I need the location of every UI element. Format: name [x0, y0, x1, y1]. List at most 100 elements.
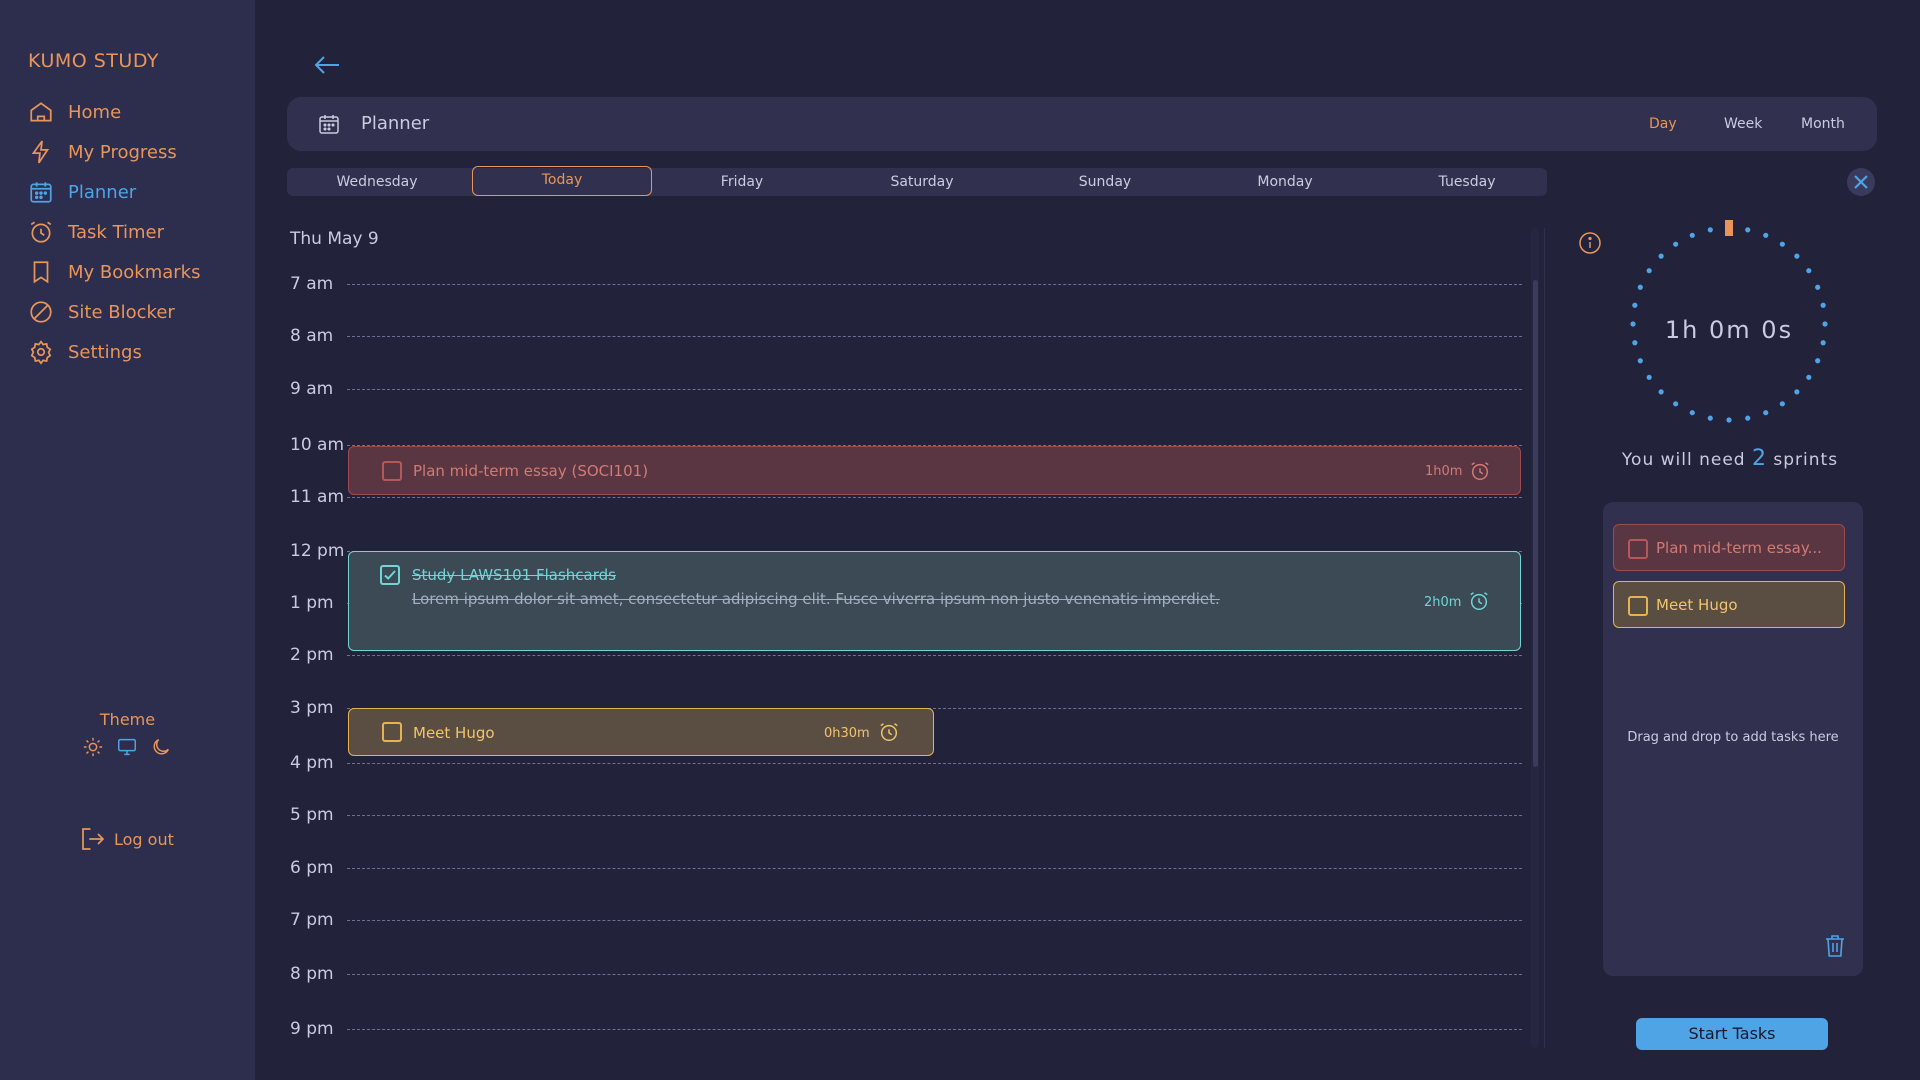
monitor-icon[interactable] — [116, 736, 138, 758]
timer-ring-dot — [1689, 232, 1695, 238]
hour-label: 1 pm — [290, 593, 334, 613]
day-tab-saturday[interactable]: Saturday — [832, 168, 1012, 196]
timer-ring-dot — [1707, 227, 1713, 233]
hour-label: 2 pm — [290, 645, 334, 665]
sidebar-item-site-blocker[interactable]: Site Blocker — [28, 292, 200, 332]
info-icon[interactable] — [1578, 231, 1602, 255]
day-tab-friday[interactable]: Friday — [652, 168, 832, 196]
timer-ring-dot — [1815, 358, 1821, 364]
sun-icon[interactable] — [82, 736, 104, 758]
sidebar-item-my-bookmarks[interactable]: My Bookmarks — [28, 252, 200, 292]
day-tab-sunday[interactable]: Sunday — [1015, 168, 1195, 196]
day-tab-tuesday[interactable]: Tuesday — [1377, 168, 1557, 196]
hour-gridline — [347, 389, 1522, 390]
theme-label: Theme — [99, 710, 156, 729]
sidebar-item-task-timer[interactable]: Task Timer — [28, 212, 200, 252]
hour-label: 5 pm — [290, 805, 334, 825]
tab-day[interactable]: Day — [1649, 116, 1677, 132]
tab-week[interactable]: Week — [1724, 116, 1762, 132]
sidebar-item-planner[interactable]: Planner — [28, 172, 200, 212]
event-meet-hugo[interactable]: Meet Hugo 0h30m — [348, 708, 934, 756]
hour-label: 12 pm — [290, 541, 345, 561]
queued-task[interactable]: Meet Hugo — [1613, 581, 1845, 628]
hour-row: 7 pm — [290, 910, 1522, 930]
alarm-clock-icon[interactable] — [1469, 460, 1491, 482]
timer-ring-dot — [1637, 284, 1643, 290]
sprints-summary: You will need 2 sprints — [1590, 446, 1870, 471]
day-tab-monday[interactable]: Monday — [1195, 168, 1375, 196]
moon-icon[interactable] — [150, 736, 172, 758]
hour-gridline — [347, 336, 1522, 337]
sidebar-item-label: Site Blocker — [68, 301, 175, 323]
timer-progress-marker — [1725, 220, 1733, 236]
page-title: Planner — [361, 113, 430, 134]
task-checkbox[interactable] — [1628, 539, 1648, 559]
hour-gridline — [347, 497, 1522, 498]
hour-row: 4 pm — [290, 753, 1522, 773]
sidebar-item-settings[interactable]: Settings — [28, 332, 200, 372]
timer-ring-dot — [1745, 415, 1751, 421]
hour-gridline — [347, 763, 1522, 764]
calendar-icon — [317, 112, 341, 136]
timer-ring-dot — [1763, 410, 1769, 416]
alarm-clock-icon[interactable] — [878, 721, 900, 743]
hour-row: 11 am — [290, 487, 1522, 507]
sidebar-item-home[interactable]: Home — [28, 92, 200, 132]
day-tab-wednesday[interactable]: Wednesday — [287, 168, 467, 196]
drop-hint: Drag and drop to add tasks here — [1627, 730, 1839, 745]
logout-icon — [78, 824, 108, 854]
timer-ring-dot — [1806, 268, 1812, 274]
sidebar-item-label: Planner — [68, 181, 137, 203]
hour-gridline — [347, 1029, 1522, 1030]
sidebar-item-label: My Progress — [68, 141, 177, 163]
hour-label: 7 pm — [290, 910, 334, 930]
calendar-icon — [28, 179, 54, 205]
timer-ring-dot — [1745, 227, 1751, 233]
bookmark-icon — [28, 259, 54, 285]
event-checkbox[interactable] — [382, 722, 402, 742]
home-icon — [28, 99, 54, 125]
hour-gridline — [347, 815, 1522, 816]
day-tab-today[interactable]: Today — [472, 166, 652, 196]
event-title: Plan mid-term essay (SOCI101) — [413, 462, 649, 480]
tab-month[interactable]: Month — [1801, 116, 1845, 132]
task-queue-panel[interactable]: Plan mid-term essay... Meet Hugo Drag an… — [1603, 502, 1863, 976]
queued-task[interactable]: Plan mid-term essay... — [1613, 524, 1845, 571]
timer-ring-dot — [1673, 401, 1679, 407]
alarm-clock-icon — [28, 219, 54, 245]
trash-icon[interactable] — [1824, 934, 1846, 958]
hour-row: 7 am — [290, 274, 1522, 294]
event-plan-mid-term-essay[interactable]: Plan mid-term essay (SOCI101) 1h0m — [348, 446, 1521, 495]
day-selector: Wednesday Today Friday Saturday Sunday M… — [287, 166, 1547, 196]
hour-row: 2 pm — [290, 645, 1522, 665]
hour-label: 9 pm — [290, 1019, 334, 1039]
theme-switcher — [82, 736, 172, 758]
back-arrow-icon[interactable] — [312, 52, 342, 78]
event-duration: 1h0m — [1425, 464, 1463, 479]
timer-ring-dot — [1779, 241, 1785, 247]
task-checkbox[interactable] — [1628, 596, 1648, 616]
close-timer-panel-button[interactable] — [1847, 168, 1875, 196]
schedule-scrollbar-thumb[interactable] — [1533, 280, 1538, 767]
hour-row: 9 pm — [290, 1019, 1522, 1039]
timer-ring-dot — [1658, 253, 1664, 259]
start-tasks-button[interactable]: Start Tasks — [1636, 1018, 1828, 1050]
event-duration: 2h0m — [1424, 595, 1462, 610]
hour-label: 9 am — [290, 379, 334, 399]
event-title: Study LAWS101 Flashcards — [412, 566, 616, 584]
task-label: Plan mid-term essay... — [1656, 539, 1822, 557]
event-study-laws101-flashcards[interactable]: Study LAWS101 Flashcards Lorem ipsum dol… — [348, 551, 1521, 651]
timer-ring-dot — [1673, 241, 1679, 247]
sidebar-item-label: Settings — [68, 341, 142, 363]
hour-label: 10 am — [290, 435, 345, 455]
sidebar-item-label: Task Timer — [68, 221, 165, 243]
event-checkbox[interactable] — [382, 461, 402, 481]
hour-label: 6 pm — [290, 858, 334, 878]
logout-button[interactable]: Log out — [78, 824, 174, 854]
brand-logo: KUMO STUDY — [28, 50, 160, 72]
timer-ring-dot — [1637, 358, 1643, 364]
sidebar-item-my-progress[interactable]: My Progress — [28, 132, 200, 172]
event-checkbox-checked[interactable] — [380, 565, 400, 585]
event-description: Lorem ipsum dolor sit amet, consectetur … — [412, 590, 1220, 608]
alarm-clock-icon[interactable] — [1468, 590, 1490, 612]
